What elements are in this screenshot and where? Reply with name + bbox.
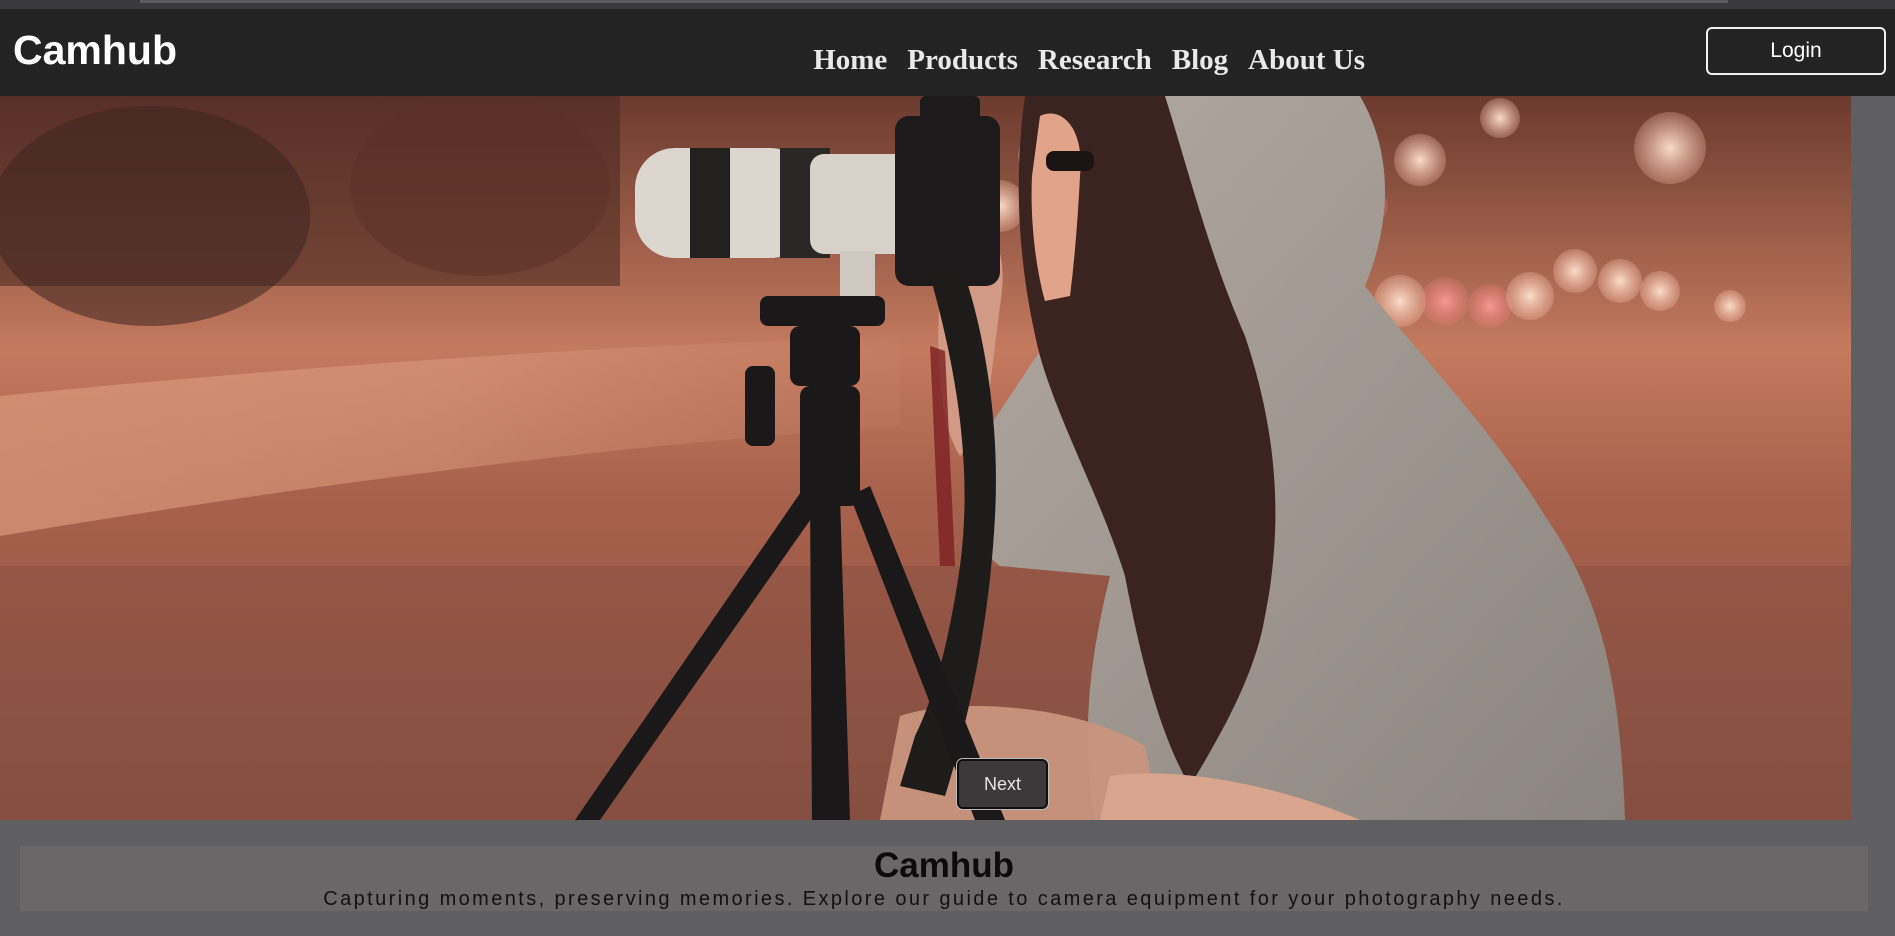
hero-photo bbox=[0, 96, 1851, 820]
nav-about-us[interactable]: About Us bbox=[1248, 44, 1365, 77]
next-button[interactable]: Next bbox=[957, 759, 1048, 809]
brand-logo[interactable]: Camhub bbox=[13, 27, 177, 74]
login-button[interactable]: Login bbox=[1706, 27, 1886, 75]
footer-tagline: Capturing moments, preserving memories. … bbox=[323, 888, 1565, 910]
navbar: Camhub Home Products Research Blog About… bbox=[0, 9, 1895, 96]
nav-products[interactable]: Products bbox=[907, 44, 1018, 77]
hero-image bbox=[0, 96, 1851, 820]
footer-section: Camhub Capturing moments, preserving mem… bbox=[20, 846, 1868, 911]
top-divider bbox=[140, 0, 1728, 3]
browser-top-strip bbox=[0, 0, 1895, 9]
nav-blog[interactable]: Blog bbox=[1172, 44, 1228, 77]
nav-home[interactable]: Home bbox=[813, 44, 887, 77]
footer-title: Camhub bbox=[874, 846, 1014, 885]
main-nav: Home Products Research Blog About Us bbox=[813, 35, 1365, 85]
nav-research[interactable]: Research bbox=[1038, 44, 1152, 77]
